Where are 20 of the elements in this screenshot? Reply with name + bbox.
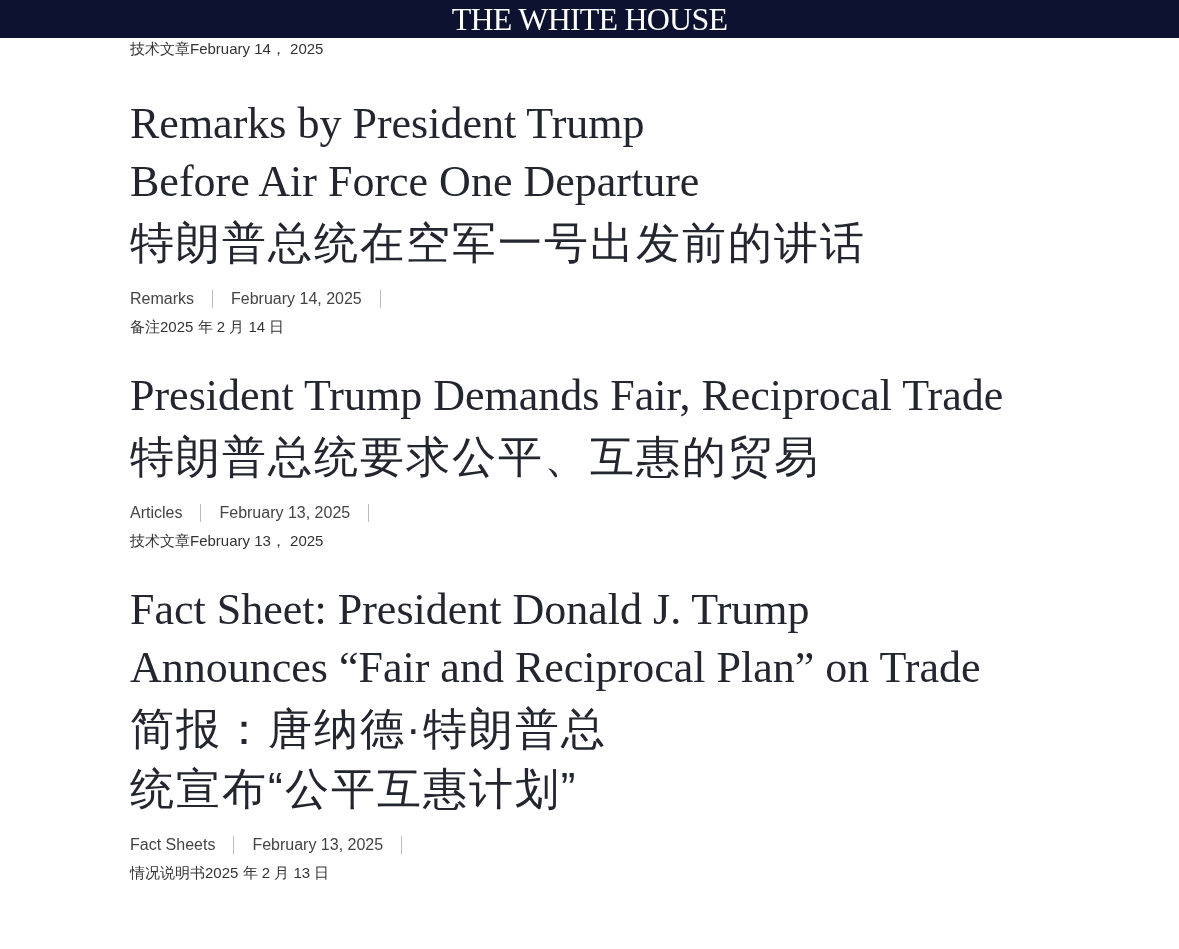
- article-date: February 13, 2025: [252, 835, 384, 855]
- article-title[interactable]: Remarks by President Trump: [130, 95, 645, 153]
- article-title[interactable]: Announces “Fair and Reciprocal Plan” on Trade: [130, 639, 981, 697]
- article-date: February 14, 2025: [231, 289, 362, 309]
- title-translation: 统宣布“公平互惠计划”: [130, 763, 578, 815]
- title-translation: 特朗普总统在空军一号出发前的讲话: [130, 217, 866, 269]
- title-translation: 特朗普总统要求公平、互惠的贸易: [130, 431, 820, 483]
- meta-translation: 备注2025 年 2 月 14 日: [130, 317, 285, 337]
- article-title[interactable]: President Trump Demands Fair, Reciprocal Trade: [130, 367, 1004, 425]
- category-link[interactable]: Remarks: [130, 287, 194, 311]
- meta-translation: 情况说明书2025 年 2 月 13 日: [130, 863, 330, 883]
- site-title[interactable]: THE WHITE HOUSE: [451, 3, 728, 35]
- meta-translation: 技术文章February 14， 2025: [130, 39, 324, 59]
- meta-translation: 技术文章February 13， 2025: [130, 531, 324, 551]
- category-link[interactable]: Articles: [130, 501, 183, 525]
- category-link[interactable]: Fact Sheets: [130, 833, 216, 857]
- article-title[interactable]: Before Air Force One Departure: [130, 153, 700, 211]
- title-translation: 简报：唐纳德·特朗普总: [130, 703, 607, 755]
- article-title[interactable]: Fact Sheet: President Donald J. Trump: [130, 581, 810, 639]
- article-date: February 13, 2025: [219, 503, 351, 523]
